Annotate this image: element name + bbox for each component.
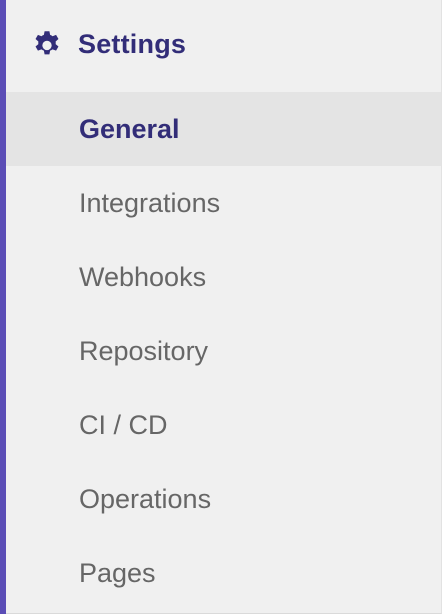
- sidebar-item-webhooks[interactable]: Webhooks: [6, 240, 441, 314]
- sidebar-item-pages[interactable]: Pages: [6, 536, 441, 610]
- sidebar-item-label: General: [79, 113, 180, 144]
- gear-icon: [30, 27, 64, 61]
- sidebar-item-label: Repository: [79, 335, 209, 366]
- settings-sidebar: Settings General Integrations Webhooks R…: [0, 0, 442, 614]
- sidebar-item-label: Pages: [79, 557, 156, 588]
- sidebar-item-ci-cd[interactable]: CI / CD: [6, 388, 441, 462]
- sidebar-item-label: Operations: [79, 483, 212, 514]
- sidebar-item-operations[interactable]: Operations: [6, 462, 441, 536]
- sidebar-item-general[interactable]: General: [6, 92, 441, 166]
- settings-header[interactable]: Settings: [6, 0, 441, 92]
- settings-header-label: Settings: [78, 28, 187, 59]
- settings-nav-list: General Integrations Webhooks Repository…: [6, 92, 441, 610]
- sidebar-item-label: Webhooks: [79, 261, 207, 292]
- sidebar-item-label: CI / CD: [79, 409, 168, 440]
- sidebar-item-integrations[interactable]: Integrations: [6, 166, 441, 240]
- sidebar-item-repository[interactable]: Repository: [6, 314, 441, 388]
- sidebar-item-label: Integrations: [79, 187, 221, 218]
